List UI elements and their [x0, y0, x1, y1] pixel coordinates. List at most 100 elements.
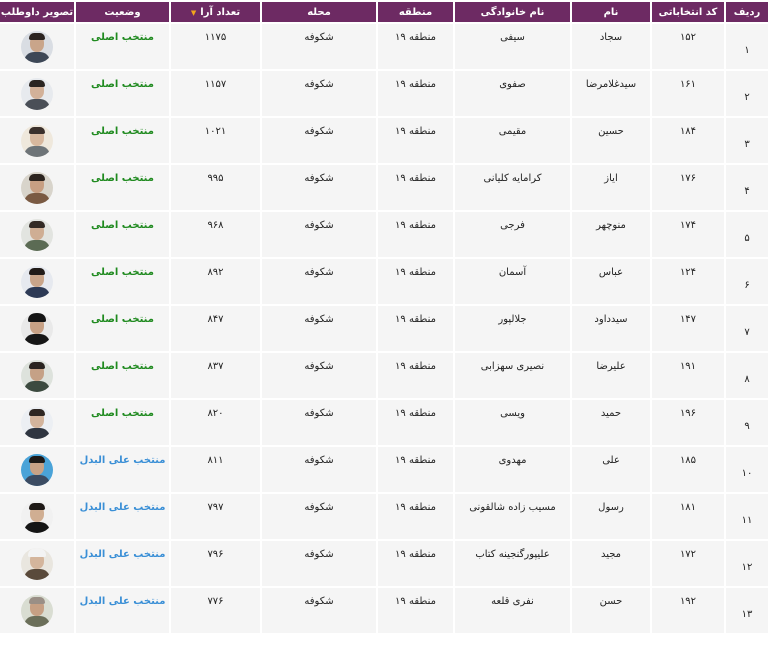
- cell-family-text: فرجی: [500, 220, 525, 231]
- cell-neighborhood-text: شکوفه: [304, 502, 334, 513]
- status-alternate-label: منتخب علی البدل: [79, 596, 166, 607]
- cell-photo: [0, 259, 74, 304]
- candidate-photo[interactable]: [21, 594, 53, 627]
- cell-status: منتخب اصلی: [76, 71, 169, 116]
- cell-radif: ۱۲: [726, 541, 768, 586]
- header-name[interactable]: نام: [572, 2, 650, 22]
- cell-name-text: سجاد: [599, 32, 623, 43]
- header-radif[interactable]: ردیف: [726, 2, 768, 22]
- cell-family-text: صفوی: [499, 79, 526, 90]
- status-alternate-label: منتخب علی البدل: [79, 549, 166, 560]
- cell-status: منتخب اصلی: [76, 353, 169, 398]
- cell-name: علی: [572, 447, 650, 492]
- cell-name-text: عباس: [598, 267, 624, 278]
- cell-radif: ۵: [726, 212, 768, 257]
- table-row: ۹ ۱۹۶ حمید ویسی منطقه ۱۹ شکوفه ۸۲۰ منتخب اصلی: [0, 400, 768, 445]
- cell-name-text: رسول: [598, 502, 624, 513]
- cell-region-text: منطقه ۱۹: [395, 220, 436, 231]
- table-row: ۱۱ ۱۸۱ رسول مسیب زاده شالقونی منطقه ۱۹ شکوفه ۷…: [0, 494, 768, 539]
- cell-status: منتخب اصلی: [76, 118, 169, 163]
- cell-code: ۱۲۴: [652, 259, 724, 304]
- cell-radif-text: ۳: [744, 139, 750, 150]
- cell-name: عباس: [572, 259, 650, 304]
- header-photo[interactable]: تصویر داوطلب: [0, 2, 74, 22]
- cell-radif-text: ۱۰: [741, 468, 753, 479]
- header-family[interactable]: نام خانوادگی: [455, 2, 570, 22]
- cell-region: منطقه ۱۹: [378, 118, 453, 163]
- cell-radif-text: ۶: [744, 280, 750, 291]
- cell-family: علیپورگنجینه کتاب: [455, 541, 570, 586]
- cell-status: منتخب علی البدل: [76, 541, 169, 586]
- cell-name-text: علیرضا: [596, 361, 626, 372]
- cell-code: ۱۸۴: [652, 118, 724, 163]
- header-region[interactable]: منطقه: [378, 2, 453, 22]
- cell-votes: ۸۲۰: [171, 400, 260, 445]
- candidate-photo[interactable]: [21, 406, 53, 439]
- header-votes[interactable]: تعداد آرا▼: [171, 2, 260, 22]
- cell-code: ۱۹۶: [652, 400, 724, 445]
- cell-region: منطقه ۱۹: [378, 588, 453, 633]
- cell-radif-text: ۹: [744, 421, 750, 432]
- cell-radif: ۱۱: [726, 494, 768, 539]
- cell-region-text: منطقه ۱۹: [395, 502, 436, 513]
- cell-neighborhood: شکوفه: [262, 259, 376, 304]
- cell-radif-text: ۷: [744, 327, 750, 338]
- cell-neighborhood: شکوفه: [262, 118, 376, 163]
- cell-name-text: ایاز: [604, 173, 618, 184]
- candidate-photo[interactable]: [21, 77, 53, 110]
- header-status[interactable]: وضعیت: [76, 2, 169, 22]
- cell-family-text: علیپورگنجینه کتاب: [475, 549, 550, 560]
- cell-family: ویسی: [455, 400, 570, 445]
- status-main-label: منتخب اصلی: [91, 32, 154, 43]
- cell-photo: [0, 118, 74, 163]
- cell-code: ۱۷۲: [652, 541, 724, 586]
- cell-family-text: جلالپور: [498, 314, 527, 325]
- results-page: ردیف کد انتخاباتی نام نام خانوادگی منطقه…: [0, 0, 770, 665]
- cell-code: ۱۵۲: [652, 24, 724, 69]
- cell-code: ۱۸۱: [652, 494, 724, 539]
- cell-neighborhood-text: شکوفه: [304, 220, 334, 231]
- status-main-label: منتخب اصلی: [91, 220, 154, 231]
- candidate-photo[interactable]: [21, 500, 53, 533]
- cell-code-text: ۱۷۲: [679, 549, 697, 560]
- candidate-photo[interactable]: [21, 124, 53, 157]
- candidate-photo[interactable]: [21, 312, 53, 345]
- cell-neighborhood: شکوفه: [262, 447, 376, 492]
- cell-region: منطقه ۱۹: [378, 447, 453, 492]
- cell-family-text: سیفی: [500, 32, 525, 43]
- cell-code-text: ۱۹۱: [679, 361, 697, 372]
- cell-votes-text: ۱۱۷۵: [204, 32, 227, 43]
- status-main-label: منتخب اصلی: [91, 314, 154, 325]
- status-alternate-label: منتخب علی البدل: [79, 502, 166, 513]
- cell-neighborhood-text: شکوفه: [304, 79, 334, 90]
- cell-name-text: سیدداود: [594, 314, 628, 325]
- cell-name: ایاز: [572, 165, 650, 210]
- cell-region: منطقه ۱۹: [378, 71, 453, 116]
- cell-votes-text: ۹۹۵: [207, 173, 224, 184]
- cell-photo: [0, 165, 74, 210]
- candidate-photo[interactable]: [21, 453, 53, 486]
- status-main-label: منتخب اصلی: [91, 267, 154, 278]
- cell-neighborhood-text: شکوفه: [304, 361, 334, 372]
- cell-family: صفوی: [455, 71, 570, 116]
- cell-region: منطقه ۱۹: [378, 306, 453, 351]
- cell-region-text: منطقه ۱۹: [395, 267, 436, 278]
- candidate-photo[interactable]: [21, 171, 53, 204]
- cell-region-text: منطقه ۱۹: [395, 549, 436, 560]
- cell-code: ۱۷۴: [652, 212, 724, 257]
- cell-neighborhood-text: شکوفه: [304, 267, 334, 278]
- cell-family-text: ویسی: [500, 408, 525, 419]
- candidate-photo[interactable]: [21, 359, 53, 392]
- header-neighborhood[interactable]: محله: [262, 2, 376, 22]
- candidate-photo[interactable]: [21, 265, 53, 298]
- cell-region: منطقه ۱۹: [378, 24, 453, 69]
- table-row: ۵ ۱۷۴ منوچهر فرجی منطقه ۱۹ شکوفه ۹۶۸ منتخب اصلی: [0, 212, 768, 257]
- cell-votes: ۸۱۱: [171, 447, 260, 492]
- candidate-photo[interactable]: [21, 218, 53, 251]
- cell-photo: [0, 24, 74, 69]
- candidate-photo[interactable]: [21, 547, 53, 580]
- header-code[interactable]: کد انتخاباتی: [652, 2, 724, 22]
- candidate-photo[interactable]: [21, 30, 53, 63]
- cell-region-text: منطقه ۱۹: [395, 408, 436, 419]
- cell-votes: ۸۹۲: [171, 259, 260, 304]
